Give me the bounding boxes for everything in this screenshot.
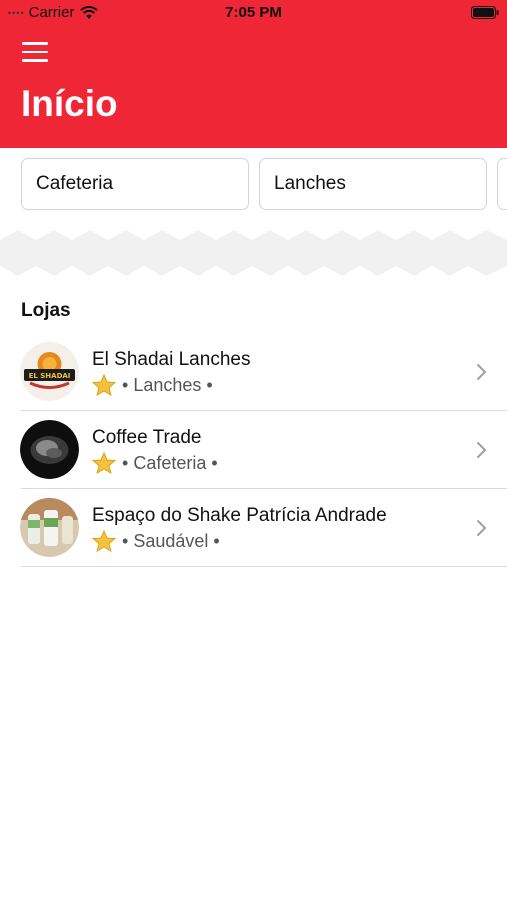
- category-card-cafeteria[interactable]: Cafeteria: [21, 158, 249, 210]
- store-logo-coffee-trade: [20, 420, 79, 479]
- chevron-right-icon: [477, 442, 487, 458]
- store-meta: • Lanches •: [92, 374, 213, 396]
- category-card-partial[interactable]: [497, 158, 507, 210]
- store-logo-el-shadai: EL SHADAI: [20, 342, 79, 401]
- store-logo-espaco-do-shake: [20, 498, 79, 557]
- star-icon: [92, 530, 116, 552]
- store-meta: • Cafeteria •: [92, 452, 218, 474]
- meta-bullet-trailing: •: [206, 374, 213, 395]
- meta-bullet: •: [122, 530, 129, 551]
- chevron-right-icon: [477, 520, 487, 536]
- row-divider: [21, 566, 507, 567]
- header-bar: •••• Carrier 7:05 PM Início: [0, 0, 507, 148]
- section-title-lojas: Lojas: [21, 300, 71, 321]
- page-title: Início: [21, 83, 118, 124]
- meta-bullet-trailing: •: [213, 530, 220, 551]
- svg-text:EL SHADAI: EL SHADAI: [29, 372, 71, 380]
- category-label: Lanches: [274, 173, 346, 194]
- meta-bullet: •: [122, 374, 129, 395]
- store-category: Cafeteria: [133, 452, 207, 473]
- battery-icon: [471, 6, 499, 19]
- status-bar: •••• Carrier 7:05 PM: [0, 0, 507, 26]
- store-name: Espaço do Shake Patrícia Andrade: [92, 505, 387, 526]
- star-icon: [92, 452, 116, 474]
- store-name: El Shadai Lanches: [92, 349, 251, 370]
- meta-bullet: •: [122, 452, 129, 473]
- store-row-espaco-do-shake[interactable]: Espaço do Shake Patrícia Andrade • Saudá…: [0, 489, 507, 567]
- hamburger-menu-icon[interactable]: [22, 42, 48, 62]
- meta-bullet-trailing: •: [211, 452, 218, 473]
- store-row-coffee-trade[interactable]: Coffee Trade • Cafeteria •: [0, 411, 507, 489]
- store-category: Lanches: [133, 374, 202, 395]
- category-card-lanches[interactable]: Lanches: [259, 158, 487, 210]
- star-icon: [92, 374, 116, 396]
- chevron-right-icon: [477, 364, 487, 380]
- category-label: Cafeteria: [36, 173, 114, 194]
- store-name: Coffee Trade: [92, 427, 202, 448]
- category-carousel[interactable]: Cafeteria Lanches: [0, 148, 507, 224]
- store-row-el-shadai[interactable]: EL SHADAI El Shadai Lanches • Lanches •: [0, 333, 507, 411]
- store-list: EL SHADAI El Shadai Lanches • Lanches • …: [0, 333, 507, 567]
- zigzag-divider: [0, 230, 507, 276]
- store-category: Saudável: [133, 530, 209, 551]
- store-meta: • Saudável •: [92, 530, 220, 552]
- status-time: 7:05 PM: [225, 4, 282, 21]
